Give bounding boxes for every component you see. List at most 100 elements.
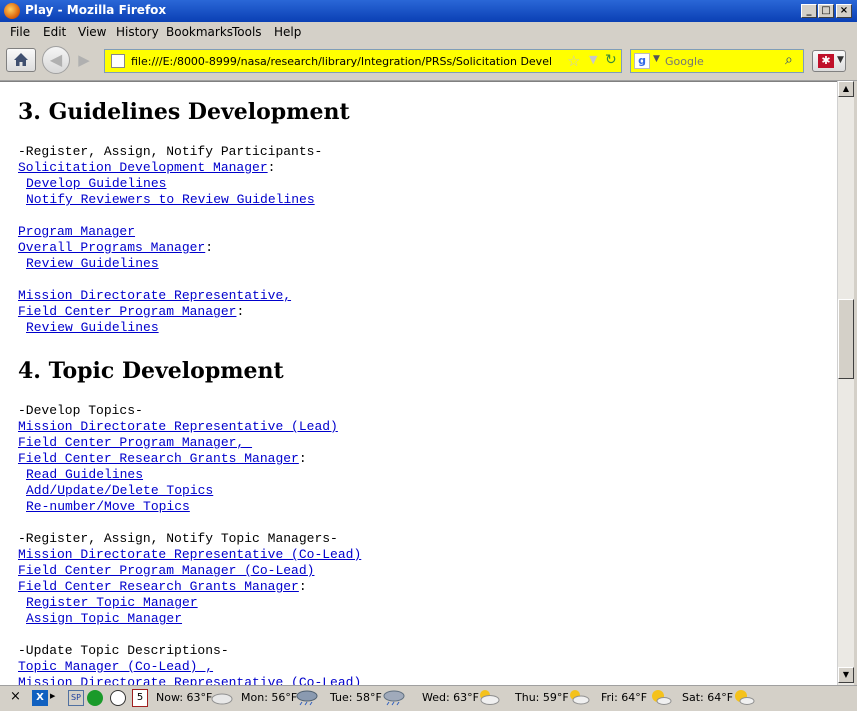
section-heading-guidelines: 3. Guidelines Development	[18, 99, 350, 125]
step-label: -Register, Assign, Notify Topic Managers…	[18, 531, 338, 546]
scroll-thumb[interactable]	[838, 299, 854, 379]
role-line: Mission Directorate Representative (Lead…	[18, 419, 338, 435]
task-link[interactable]: Read Guidelines	[26, 467, 143, 482]
page-icon	[111, 54, 125, 68]
addon-x-dropdown-icon[interactable]: ▶	[50, 692, 55, 700]
role-line: Field Center Program Manager:	[18, 304, 245, 319]
task-link[interactable]: Assign Topic Manager	[26, 611, 182, 626]
title-bar: Play - Mozilla Firefox _ □ ×	[0, 0, 857, 22]
section-heading-topics: 4. Topic Development	[18, 358, 284, 384]
weather-wed[interactable]: Wed: 63°F	[422, 691, 479, 704]
partly-sunny-icon	[652, 690, 672, 705]
role-line: Field Center Research Grants Manager:	[18, 579, 307, 594]
role-link[interactable]: Program Manager	[18, 224, 135, 239]
close-findbar-icon[interactable]: ×	[10, 689, 21, 704]
weather-fri[interactable]: Fri: 64°F	[601, 691, 647, 704]
weather-now[interactable]: Now: 63°F	[156, 691, 212, 704]
role-link[interactable]: Mission Directorate Representative (Co-L…	[18, 547, 361, 562]
vertical-scrollbar[interactable]: ▲ ▼	[837, 81, 854, 685]
forward-button[interactable]: ▶	[74, 50, 94, 70]
home-button[interactable]	[6, 48, 36, 72]
partly-sunny-icon	[570, 690, 590, 705]
menu-history[interactable]: History	[116, 25, 159, 39]
step-label: -Develop Topics-	[18, 403, 143, 418]
firefox-logo-icon	[4, 3, 20, 19]
addon-x-icon[interactable]: X	[32, 690, 48, 706]
task-link[interactable]: Review Guidelines	[26, 256, 159, 271]
bookmark-star-icon[interactable]: ☆	[567, 52, 580, 70]
url-dropdown-icon[interactable]: ▼	[589, 53, 597, 66]
weather-thu[interactable]: Thu: 59°F	[515, 691, 569, 704]
role-link[interactable]: Mission Directorate Representative,	[18, 288, 291, 303]
partly-cloudy-icon	[480, 690, 500, 705]
task-link[interactable]: Re-number/Move Topics	[26, 499, 190, 514]
sp-icon[interactable]: SP	[68, 690, 84, 706]
menu-view[interactable]: View	[78, 25, 106, 39]
role-link[interactable]: Field Center Research Grants Manager	[18, 451, 299, 466]
role-link[interactable]: Field Center Program Manager (Co-Lead)	[18, 563, 314, 578]
menu-tools[interactable]: Tools	[232, 25, 262, 39]
role-line: Field Center Program Manager (Co-Lead)	[18, 563, 314, 579]
role-line: Field Center Program Manager,	[18, 435, 252, 451]
scroll-down-button[interactable]: ▼	[838, 667, 854, 683]
task-line: Read Guidelines	[26, 467, 143, 483]
reload-icon[interactable]: ↻	[605, 52, 617, 68]
role-link[interactable]: Overall Programs Manager	[18, 240, 205, 255]
task-line: Develop Guidelines	[26, 176, 166, 192]
status-indicator-icon[interactable]	[87, 690, 103, 706]
task-link[interactable]: Register Topic Manager	[26, 595, 198, 610]
url-input[interactable]	[131, 52, 551, 70]
role-line: Mission Directorate Representative (Co-L…	[18, 547, 361, 563]
weather-sat[interactable]: Sat: 64°F	[682, 691, 733, 704]
addon-icon: ✱	[818, 54, 834, 68]
search-bar[interactable]: g ▼ ⌕	[630, 49, 804, 73]
page-content: 3. Guidelines Development -Register, Ass…	[0, 81, 837, 686]
cloudy-icon	[211, 693, 233, 705]
task-link[interactable]: Review Guidelines	[26, 320, 159, 335]
role-link[interactable]: Solicitation Development Manager	[18, 160, 268, 175]
home-icon	[14, 53, 28, 66]
role-line: Program Manager	[18, 224, 135, 240]
task-line: Add/Update/Delete Topics	[26, 483, 213, 499]
task-line: Notify Reviewers to Review Guidelines	[26, 192, 315, 208]
role-line: Overall Programs Manager:	[18, 240, 214, 255]
url-bar[interactable]: ☆ ▼ ↻	[104, 49, 622, 73]
role-link[interactable]: Mission Directorate Representative (Lead…	[18, 419, 338, 434]
step-label: -Register, Assign, Notify Participants-	[18, 144, 323, 159]
role-link[interactable]: Field Center Program Manager	[18, 304, 236, 319]
clock-icon[interactable]	[110, 690, 126, 706]
role-line: Solicitation Development Manager:	[18, 160, 276, 175]
role-line: Topic Manager (Co-Lead) ,	[18, 659, 213, 675]
menu-file[interactable]: File	[10, 25, 30, 39]
addon-dropdown-icon: ▼	[837, 55, 844, 65]
calendar-icon[interactable]: 5	[132, 689, 148, 707]
task-line: Assign Topic Manager	[26, 611, 182, 627]
menu-edit[interactable]: Edit	[43, 25, 66, 39]
task-line: Review Guidelines	[26, 320, 159, 336]
task-link[interactable]: Notify Reviewers to Review Guidelines	[26, 192, 315, 207]
close-button[interactable]: ×	[836, 4, 852, 18]
weather-mon[interactable]: Mon: 56°F	[241, 691, 297, 704]
maximize-button[interactable]: □	[818, 4, 834, 18]
weather-tue[interactable]: Tue: 58°F	[330, 691, 382, 704]
task-link[interactable]: Add/Update/Delete Topics	[26, 483, 213, 498]
partly-sunny-icon	[735, 690, 755, 705]
search-engine-dropdown-icon[interactable]: ▼	[653, 54, 660, 64]
addon-button[interactable]: ✱ ▼	[812, 50, 846, 72]
scroll-up-button[interactable]: ▲	[838, 81, 854, 97]
minimize-button[interactable]: _	[801, 4, 817, 18]
task-link[interactable]: Develop Guidelines	[26, 176, 166, 191]
role-link[interactable]: Field Center Program Manager,	[18, 435, 252, 450]
google-engine-icon[interactable]: g	[634, 53, 650, 69]
role-link[interactable]: Topic Manager (Co-Lead) ,	[18, 659, 213, 674]
task-line: Re-number/Move Topics	[26, 499, 190, 515]
forward-arrow-icon: ▶	[78, 51, 90, 69]
back-button[interactable]: ◀	[42, 46, 70, 74]
menu-help[interactable]: Help	[274, 25, 301, 39]
back-arrow-icon: ◀	[49, 50, 63, 69]
search-icon[interactable]: ⌕	[785, 52, 793, 68]
task-line: Review Guidelines	[26, 256, 159, 272]
menu-bookmarks[interactable]: Bookmarks	[166, 25, 233, 39]
search-input[interactable]	[665, 52, 780, 70]
role-link[interactable]: Field Center Research Grants Manager	[18, 579, 299, 594]
